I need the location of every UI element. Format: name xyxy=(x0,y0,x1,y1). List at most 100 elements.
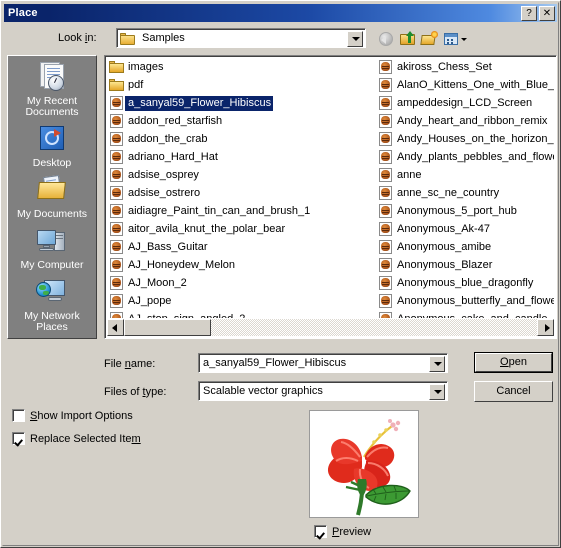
scrollbar-thumb[interactable] xyxy=(124,319,211,336)
place-item-my-computer[interactable]: My Computer xyxy=(8,220,96,271)
file-list-item[interactable]: pdf xyxy=(109,76,374,94)
svg-file-icon xyxy=(109,113,125,129)
show-import-options-checkbox-row[interactable]: Show Import Options xyxy=(12,409,133,422)
replace-selected-item-checkbox-row[interactable]: Replace Selected Item xyxy=(12,432,141,445)
show-import-options-label: Show Import Options xyxy=(30,409,133,422)
file-list-item[interactable]: akiross_Chess_Set xyxy=(378,58,554,76)
file-list-item[interactable]: AlanO_Kittens_One_with_Blue_Ri xyxy=(378,76,554,94)
file-list-item[interactable]: AJ_pope xyxy=(109,292,374,310)
file-list-item[interactable]: AJ_stop_sign_angled_2 xyxy=(109,310,374,318)
files-of-type-combobox[interactable]: Scalable vector graphics xyxy=(198,381,448,401)
file-list-item-label: adsise_osprey xyxy=(128,168,199,181)
file-list-item[interactable]: AJ_Bass_Guitar xyxy=(109,238,374,256)
file-list-item[interactable]: aitor_avila_knut_the_polar_bear xyxy=(109,220,374,238)
back-icon[interactable] xyxy=(377,30,395,48)
file-list-item[interactable]: a_sanyal59_Flower_Hibiscus xyxy=(109,94,374,112)
file-list-item[interactable]: adriano_Hard_Hat xyxy=(109,148,374,166)
place-item-label: My Documents xyxy=(16,208,88,220)
place-item-my-network-places[interactable]: My Network Places xyxy=(8,271,96,333)
file-list-item-label: Anonymous_Blazer xyxy=(397,258,493,271)
help-button[interactable]: ? xyxy=(521,5,537,21)
file-list-item[interactable]: Andy_heart_and_ribbon_remix xyxy=(378,112,554,130)
file-list-item[interactable]: ampeddesign_LCD_Screen xyxy=(378,94,554,112)
place-item-label: My Recent Documents xyxy=(25,95,79,118)
svg-file-icon xyxy=(378,311,394,318)
files-of-type-label: Files of type: xyxy=(104,386,167,398)
files-of-type-dropdown-button[interactable] xyxy=(429,384,445,400)
hibiscus-flower-image xyxy=(310,411,418,517)
file-list-view[interactable]: images pdf a_sanyal59_Flower_Hibiscusaddon… xyxy=(104,55,557,339)
file-name-input-value[interactable]: a_sanyal59_Flower_Hibiscus xyxy=(203,357,346,369)
file-list-item-label: Anonymous_butterfly_and_flowe xyxy=(397,294,554,307)
file-list-item[interactable]: adsise_ostrero xyxy=(109,184,374,202)
horizontal-scrollbar[interactable] xyxy=(107,319,554,336)
file-list-item[interactable]: addon_red_starfish xyxy=(109,112,374,130)
chevron-down-icon xyxy=(352,37,360,41)
cancel-button[interactable]: Cancel xyxy=(474,381,553,402)
file-list-item-label: ampeddesign_LCD_Screen xyxy=(397,96,533,109)
scrollbar-track[interactable] xyxy=(124,319,537,336)
files-of-type-value[interactable]: Scalable vector graphics xyxy=(203,385,323,397)
scroll-right-button[interactable] xyxy=(537,319,554,336)
file-list-item[interactable]: AJ_Honeydew_Melon xyxy=(109,256,374,274)
views-icon[interactable] xyxy=(443,30,467,48)
recent-documents-icon xyxy=(35,61,69,93)
file-list-item[interactable]: aidiagre_Paint_tin_can_and_brush_1 xyxy=(109,202,374,220)
views-chevron-down-icon[interactable] xyxy=(461,38,467,41)
file-list-item-label: AJ_Honeydew_Melon xyxy=(128,258,236,271)
place-item-label: My Network Places xyxy=(24,310,80,333)
file-list-item-label: AlanO_Kittens_One_with_Blue_Ri xyxy=(397,78,554,91)
file-list-item[interactable]: Anonymous_butterfly_and_flowe xyxy=(378,292,554,310)
replace-selected-item-checkbox[interactable] xyxy=(12,432,25,445)
title-bar[interactable]: Place ? ✕ xyxy=(4,4,557,22)
file-list-item[interactable]: Andy_Houses_on_the_horizon_-_ xyxy=(378,130,554,148)
up-one-level-icon[interactable] xyxy=(399,30,417,48)
preview-label: Preview xyxy=(332,525,372,538)
file-list-item[interactable]: Anonymous_5_port_hub xyxy=(378,202,554,220)
my-documents-icon xyxy=(35,174,69,206)
place-item-desktop[interactable]: Desktop xyxy=(8,118,96,169)
file-list-item-label: addon_red_starfish xyxy=(128,114,223,127)
place-item-my-recent-documents[interactable]: My Recent Documents xyxy=(8,56,96,118)
file-list-item[interactable]: AJ_Moon_2 xyxy=(109,274,374,292)
file-list-item[interactable]: Anonymous_cake_and_candle xyxy=(378,310,554,318)
svg-file-icon xyxy=(378,95,394,111)
file-list-item[interactable]: Andy_plants_pebbles_and_flower xyxy=(378,148,554,166)
file-list-item-label: pdf xyxy=(128,78,144,91)
file-list-item-label: AJ_stop_sign_angled_2 xyxy=(125,312,247,319)
file-list-item[interactable]: adsise_osprey xyxy=(109,166,374,184)
file-list-item-label: images xyxy=(128,60,164,73)
file-name-dropdown-button[interactable] xyxy=(429,356,445,372)
window-title: Place xyxy=(8,7,38,19)
navigation-toolbar xyxy=(377,29,487,49)
file-list-columns: images pdf a_sanyal59_Flower_Hibiscusaddon… xyxy=(107,58,554,318)
look-in-combobox[interactable]: Samples xyxy=(116,28,366,48)
open-button[interactable]: Open xyxy=(474,352,553,373)
svg-file-icon xyxy=(378,149,394,165)
svg-file-icon xyxy=(378,131,394,147)
file-list-item[interactable]: Anonymous_amibe xyxy=(378,238,554,256)
file-list-item[interactable]: Anonymous_Ak-47 xyxy=(378,220,554,238)
file-list-item[interactable]: anne_sc_ne_country xyxy=(378,184,554,202)
close-button[interactable]: ✕ xyxy=(539,5,555,21)
svg-file-icon xyxy=(109,257,125,273)
show-import-options-checkbox[interactable] xyxy=(12,409,25,422)
scroll-left-button[interactable] xyxy=(107,319,124,336)
svg-file-icon xyxy=(109,95,125,111)
svg-file-icon xyxy=(378,77,394,93)
file-list-item[interactable]: anne xyxy=(378,166,554,184)
svg-file-icon xyxy=(109,203,125,219)
file-list-item[interactable]: addon_the_crab xyxy=(109,130,374,148)
file-list-item[interactable]: Anonymous_Blazer xyxy=(378,256,554,274)
place-item-my-documents[interactable]: My Documents xyxy=(8,169,96,220)
my-network-places-icon xyxy=(35,276,69,308)
look-in-value: Samples xyxy=(142,32,185,44)
preview-checkbox[interactable] xyxy=(314,525,327,538)
file-list-item[interactable]: images xyxy=(109,58,374,76)
preview-image-box xyxy=(309,410,419,518)
look-in-dropdown-button[interactable] xyxy=(347,31,363,47)
new-folder-icon[interactable] xyxy=(420,30,439,48)
file-list-item[interactable]: Anonymous_blue_dragonfly xyxy=(378,274,554,292)
preview-checkbox-row[interactable]: Preview xyxy=(314,525,371,538)
file-name-combobox[interactable]: a_sanyal59_Flower_Hibiscus xyxy=(198,353,448,373)
